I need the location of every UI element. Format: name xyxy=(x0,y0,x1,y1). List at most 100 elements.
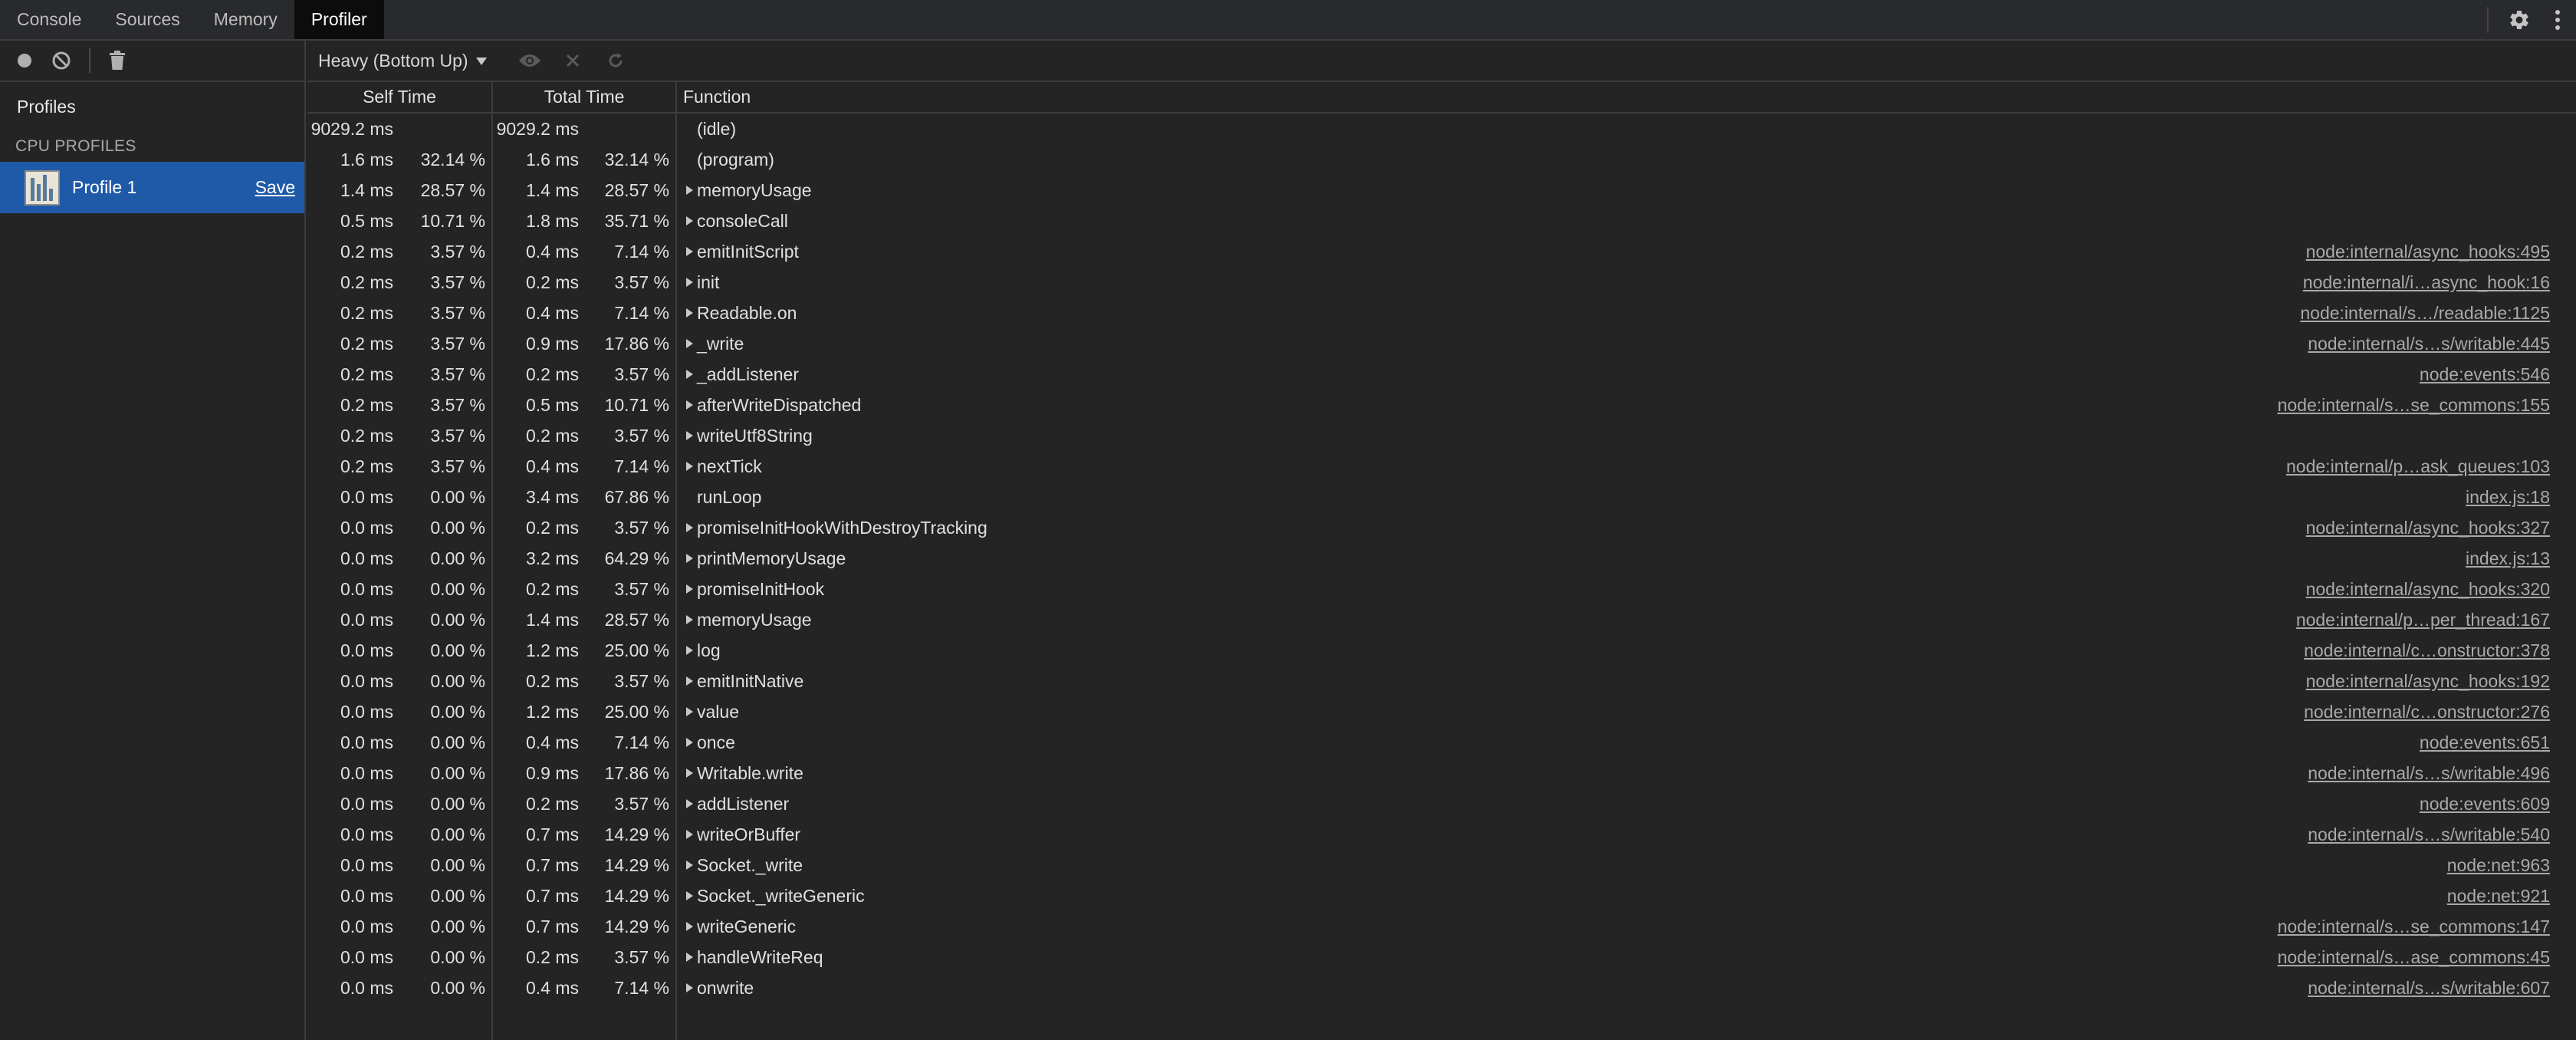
source-link[interactable]: node:internal/s…s/writable:445 xyxy=(2308,334,2550,354)
profile-item[interactable]: Profile 1 Save xyxy=(0,162,304,213)
table-row[interactable]: 1.4 ms 28.57 % 1.4 ms 28.57 % memoryUsage xyxy=(307,175,2576,206)
table-row[interactable]: 0.0 ms 0.00 % 0.2 ms 3.57 % addListener node:… xyxy=(307,788,2576,819)
source-link[interactable]: node:net:921 xyxy=(2447,886,2550,907)
function-name: handleWriteReq xyxy=(697,946,823,967)
source-link[interactable]: node:internal/s…se_commons:155 xyxy=(2278,395,2550,416)
eye-icon[interactable] xyxy=(508,40,551,81)
clear-icon[interactable] xyxy=(51,50,72,71)
table-row[interactable]: 0.2 ms 3.57 % 0.2 ms 3.57 % writeUtf8String xyxy=(307,420,2576,451)
source-link[interactable]: node:internal/c…onstructor:276 xyxy=(2304,702,2550,722)
expand-triangle-icon[interactable] xyxy=(686,247,693,256)
expand-triangle-icon[interactable] xyxy=(686,799,693,808)
expand-triangle-icon[interactable] xyxy=(686,370,693,379)
table-row[interactable]: 0.0 ms 0.00 % 0.4 ms 7.14 % onwrite node:inte… xyxy=(307,973,2576,1003)
table-row[interactable]: 0.0 ms 0.00 % 1.2 ms 25.00 % value node:inter… xyxy=(307,696,2576,727)
source-link[interactable]: node:internal/s…se_commons:147 xyxy=(2278,917,2550,937)
expand-triangle-icon[interactable] xyxy=(686,216,693,225)
expand-triangle-icon[interactable] xyxy=(686,891,693,900)
source-link[interactable]: node:internal/async_hooks:327 xyxy=(2306,518,2550,538)
table-row[interactable]: 0.2 ms 3.57 % 0.4 ms 7.14 % emitInitScript no… xyxy=(307,236,2576,267)
expand-triangle-icon[interactable] xyxy=(686,615,693,624)
source-link[interactable]: node:internal/async_hooks:320 xyxy=(2306,579,2550,600)
expand-triangle-icon[interactable] xyxy=(686,830,693,839)
tab-profiler[interactable]: Profiler xyxy=(294,0,384,39)
source-link[interactable]: index.js:13 xyxy=(2466,548,2550,569)
table-row[interactable]: 9029.2 ms 9029.2 ms (idle) xyxy=(307,114,2576,144)
table-row[interactable]: 0.2 ms 3.57 % 0.4 ms 7.14 % nextTick node:int… xyxy=(307,451,2576,482)
total-time-header[interactable]: Total Time xyxy=(493,82,675,112)
expand-triangle-icon[interactable] xyxy=(686,646,693,655)
expand-triangle-icon[interactable] xyxy=(686,523,693,532)
source-link[interactable]: node:internal/async_hooks:495 xyxy=(2306,242,2550,262)
source-link[interactable]: node:net:963 xyxy=(2447,855,2550,876)
expand-triangle-icon[interactable] xyxy=(686,922,693,931)
total-time-cell: 0.2 ms xyxy=(525,425,579,446)
expand-triangle-icon[interactable] xyxy=(686,339,693,348)
source-link[interactable]: node:internal/p…per_thread:167 xyxy=(2296,610,2550,630)
record-icon[interactable] xyxy=(15,51,34,70)
table-row[interactable]: 0.2 ms 3.57 % 0.2 ms 3.57 % _addListener node… xyxy=(307,359,2576,390)
function-header[interactable]: Function xyxy=(683,82,751,112)
table-row[interactable]: 0.0 ms 0.00 % 3.2 ms 64.29 % printMemoryUsag… xyxy=(307,543,2576,574)
more-options-icon[interactable] xyxy=(2547,0,2568,39)
expand-triangle-icon[interactable] xyxy=(686,861,693,870)
source-link[interactable]: node:internal/s…ase_commons:45 xyxy=(2278,947,2550,968)
table-row[interactable]: 0.2 ms 3.57 % 0.5 ms 10.71 % afterWriteDispa… xyxy=(307,390,2576,420)
expand-triangle-icon[interactable] xyxy=(686,278,693,287)
source-link[interactable]: node:internal/s…s/writable:540 xyxy=(2308,824,2550,845)
source-link[interactable]: node:internal/s…s/writable:607 xyxy=(2308,978,2550,999)
expand-triangle-icon[interactable] xyxy=(686,584,693,594)
expand-triangle-icon[interactable] xyxy=(686,308,693,318)
view-mode-select[interactable]: Heavy (Bottom Up) xyxy=(318,51,487,71)
expand-triangle-icon[interactable] xyxy=(686,738,693,747)
table-row[interactable]: 0.0 ms 0.00 % 0.2 ms 3.57 % emitInitNative no… xyxy=(307,666,2576,696)
table-row[interactable]: 0.0 ms 0.00 % 0.7 ms 14.29 % Socket._writeGe… xyxy=(307,880,2576,911)
source-link[interactable]: node:internal/c…onstructor:378 xyxy=(2304,640,2550,661)
table-row[interactable]: 0.0 ms 0.00 % 0.2 ms 3.57 % promiseInitHook n… xyxy=(307,574,2576,604)
close-icon[interactable] xyxy=(551,40,594,81)
source-link[interactable]: node:events:651 xyxy=(2420,732,2550,753)
tab-console[interactable]: Console xyxy=(0,0,98,39)
expand-triangle-icon[interactable] xyxy=(686,983,693,992)
source-link[interactable]: node:internal/s…s/writable:496 xyxy=(2308,763,2550,784)
expand-triangle-icon[interactable] xyxy=(686,431,693,440)
table-row[interactable]: 0.0 ms 0.00 % 0.2 ms 3.57 % handleWriteReq no… xyxy=(307,942,2576,973)
table-row[interactable]: 0.2 ms 3.57 % 0.2 ms 3.57 % init node:interna… xyxy=(307,267,2576,298)
expand-triangle-icon[interactable] xyxy=(686,768,693,778)
table-row[interactable]: 0.0 ms 0.00 % 0.2 ms 3.57 % promiseInitHookW… xyxy=(307,512,2576,543)
source-link[interactable]: node:events:546 xyxy=(2420,364,2550,385)
sidebar-toolbar xyxy=(0,41,304,82)
trash-icon[interactable] xyxy=(107,50,127,71)
table-row[interactable]: 0.0 ms 0.00 % 0.9 ms 17.86 % Writable.write n… xyxy=(307,758,2576,788)
table-row[interactable]: 0.0 ms 0.00 % 1.2 ms 25.00 % log node:interna… xyxy=(307,635,2576,666)
table-row[interactable]: 1.6 ms 32.14 % 1.6 ms 32.14 % (program) xyxy=(307,144,2576,175)
table-row[interactable]: 0.0 ms 0.00 % 3.4 ms 67.86 % runLoop index.js… xyxy=(307,482,2576,512)
source-link[interactable]: index.js:18 xyxy=(2466,487,2550,508)
tab-memory[interactable]: Memory xyxy=(197,0,294,39)
source-link[interactable]: node:events:609 xyxy=(2420,794,2550,815)
expand-triangle-icon[interactable] xyxy=(686,676,693,686)
source-link[interactable]: node:internal/s…/readable:1125 xyxy=(2300,303,2550,324)
table-row[interactable]: 0.0 ms 0.00 % 0.7 ms 14.29 % writeGeneric nod… xyxy=(307,911,2576,942)
table-row[interactable]: 0.5 ms 10.71 % 1.8 ms 35.71 % consoleCall xyxy=(307,206,2576,236)
source-link[interactable]: node:internal/i…async_hook:16 xyxy=(2303,272,2550,293)
self-time-header[interactable]: Self Time xyxy=(307,82,491,112)
expand-triangle-icon[interactable] xyxy=(686,462,693,471)
table-row[interactable]: 0.0 ms 0.00 % 1.4 ms 28.57 % memoryUsage node… xyxy=(307,604,2576,635)
tab-sources[interactable]: Sources xyxy=(98,0,196,39)
table-row[interactable]: 0.0 ms 0.00 % 0.7 ms 14.29 % Socket._write no… xyxy=(307,850,2576,880)
reload-icon[interactable] xyxy=(594,40,637,81)
table-row[interactable]: 0.0 ms 0.00 % 0.4 ms 7.14 % once node:events:… xyxy=(307,727,2576,758)
expand-triangle-icon[interactable] xyxy=(686,400,693,410)
save-profile-link[interactable]: Save xyxy=(255,177,295,198)
expand-triangle-icon[interactable] xyxy=(686,707,693,716)
expand-triangle-icon[interactable] xyxy=(686,186,693,195)
expand-triangle-icon[interactable] xyxy=(686,554,693,563)
gear-icon[interactable] xyxy=(2505,0,2533,39)
table-row[interactable]: 0.0 ms 0.00 % 0.7 ms 14.29 % writeOrBuffer no… xyxy=(307,819,2576,850)
source-link[interactable]: node:internal/async_hooks:192 xyxy=(2306,671,2550,692)
table-row[interactable]: 0.2 ms 3.57 % 0.9 ms 17.86 % _write node:inte… xyxy=(307,328,2576,359)
table-row[interactable]: 0.2 ms 3.57 % 0.4 ms 7.14 % Readable.on node:… xyxy=(307,298,2576,328)
expand-triangle-icon[interactable] xyxy=(686,953,693,962)
source-link[interactable]: node:internal/p…ask_queues:103 xyxy=(2286,456,2550,477)
